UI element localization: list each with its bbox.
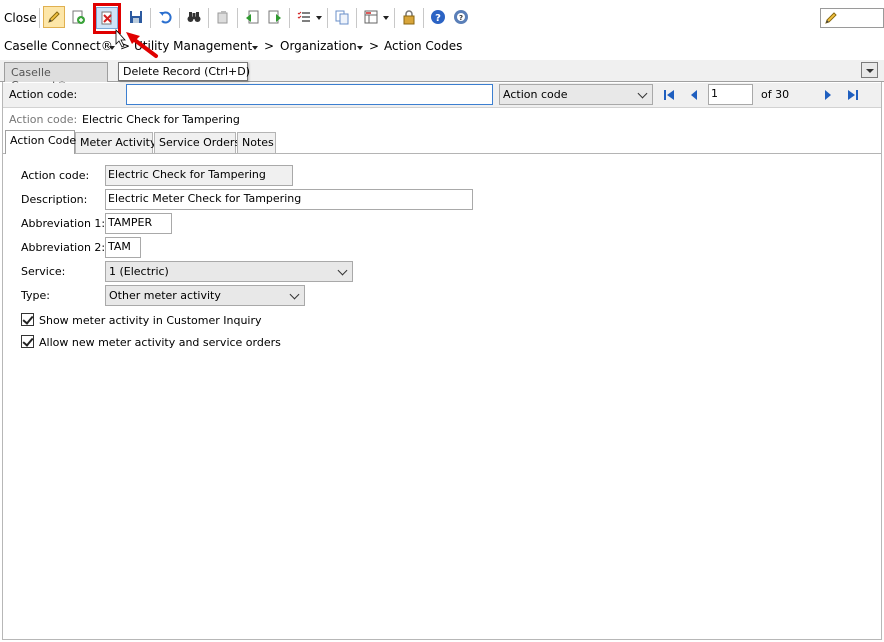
lock-icon[interactable] <box>398 6 420 28</box>
copy-icon[interactable] <box>212 6 234 28</box>
tooltip: Delete Record (Ctrl+D) <box>118 62 250 81</box>
breadcrumb-separator: > <box>369 39 380 53</box>
toolbar-separator <box>237 8 238 28</box>
toolbar-separator <box>394 8 395 28</box>
abbreviation-1-field[interactable]: TAMPER <box>105 213 172 234</box>
service-label: Service: <box>21 265 66 278</box>
description-label: Description: <box>21 193 88 206</box>
layout-options-icon[interactable] <box>360 6 382 28</box>
export-icon[interactable] <box>264 6 286 28</box>
close-button[interactable]: Close <box>4 11 37 25</box>
action-code-label: Action code: <box>21 169 90 182</box>
current-record-label: Action code: <box>9 113 78 126</box>
chevron-down-icon[interactable] <box>357 46 363 50</box>
import-icon[interactable] <box>241 6 263 28</box>
tab-divider <box>3 153 881 154</box>
toolbar-separator <box>39 8 40 28</box>
svg-text:?: ? <box>435 13 441 24</box>
previous-record-icon[interactable] <box>687 88 701 102</box>
toolbar-separator <box>327 8 328 28</box>
service-value: 1 (Electric) <box>109 265 169 278</box>
breadcrumb-separator: > <box>264 39 275 53</box>
annotation-arrow-icon <box>115 28 158 58</box>
toolbar-separator <box>208 8 209 28</box>
search-field-value: Action code <box>503 88 568 101</box>
allow-new-meter-activity-label: Allow new meter activity and service ord… <box>39 336 281 349</box>
show-meter-activity-checkbox[interactable] <box>21 313 34 326</box>
svg-text:?: ? <box>459 14 463 22</box>
lookup-label: Action code: <box>9 88 78 101</box>
next-record-icon[interactable] <box>821 88 835 102</box>
undo-icon[interactable] <box>154 6 176 28</box>
show-meter-activity-label: Show meter activity in Customer Inquiry <box>39 314 262 327</box>
abbreviation-2-label: Abbreviation 2: <box>21 241 106 254</box>
abbreviation-2-field[interactable]: TAM <box>105 237 141 258</box>
toolbar-separator <box>179 8 180 28</box>
service-select[interactable]: 1 (Electric) <box>105 261 353 282</box>
type-label: Type: <box>21 289 50 302</box>
copy-pages-icon[interactable] <box>331 6 353 28</box>
type-select[interactable]: Other meter activity <box>105 285 305 306</box>
lookup-input[interactable] <box>126 84 493 105</box>
layout-options-dropdown-icon[interactable] <box>383 16 389 20</box>
record-number-input[interactable]: 1 <box>708 84 753 105</box>
chevron-down-icon <box>289 289 300 300</box>
help-about-icon[interactable]: ? <box>450 6 472 28</box>
tab-service-orders[interactable]: Service Orders <box>154 132 240 153</box>
action-code-field: Electric Check for Tampering <box>105 165 293 186</box>
first-record-icon[interactable] <box>662 88 676 102</box>
toolbar-separator <box>289 8 290 28</box>
toolbar-separator <box>356 8 357 28</box>
tab-meter-activity[interactable]: Meter Activity <box>75 132 157 153</box>
mouse-cursor-icon <box>115 28 126 48</box>
breadcrumb-item-organization[interactable]: Organization <box>280 39 357 53</box>
type-value: Other meter activity <box>109 289 221 302</box>
description-field[interactable]: Electric Meter Check for Tampering <box>105 189 473 210</box>
last-record-icon[interactable] <box>846 88 860 102</box>
list-options-icon[interactable] <box>293 6 315 28</box>
breadcrumb-item-action-codes[interactable]: Action Codes <box>384 39 462 53</box>
toolbar-separator <box>423 8 424 28</box>
current-record-value: Electric Check for Tampering <box>82 113 240 126</box>
list-options-dropdown-icon[interactable] <box>316 16 322 20</box>
edit-pencil-icon[interactable] <box>43 6 65 28</box>
chevron-down-icon[interactable] <box>252 46 258 50</box>
help-icon[interactable]: ? <box>427 6 449 28</box>
collapse-button[interactable] <box>861 62 878 78</box>
pencil-icon <box>825 12 837 24</box>
chevron-down-icon <box>337 265 348 276</box>
add-record-icon[interactable] <box>67 6 89 28</box>
record-total: of 30 <box>761 88 790 101</box>
edit-mode-indicator <box>820 8 884 28</box>
chevron-down-icon <box>637 88 648 99</box>
allow-new-meter-activity-checkbox[interactable] <box>21 335 34 348</box>
find-binoculars-icon[interactable] <box>183 6 205 28</box>
save-icon[interactable] <box>125 6 147 28</box>
tab-notes[interactable]: Notes <box>237 132 276 153</box>
abbreviation-1-label: Abbreviation 1: <box>21 217 106 230</box>
search-field-select[interactable]: Action code <box>499 84 653 105</box>
breadcrumb-item-caselle-connect[interactable]: Caselle Connect® <box>4 39 113 53</box>
tab-action-code[interactable]: Action Code <box>5 130 76 154</box>
document-tab-caselle-connect[interactable]: Caselle Connect® <box>4 62 108 92</box>
toolbar-separator <box>150 8 151 28</box>
